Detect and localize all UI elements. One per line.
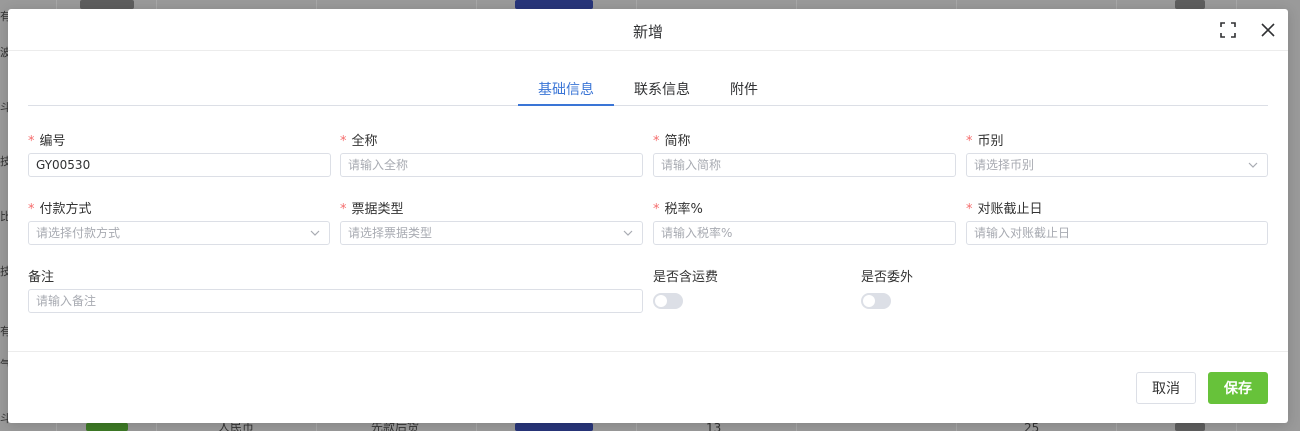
full-name-label-text: 全称 (351, 134, 378, 149)
remark-label: 备注 (28, 270, 55, 285)
switch-knob (655, 295, 667, 307)
tax-rate-label-text: 税率% (664, 202, 703, 217)
invoice-type-select-input[interactable] (340, 221, 643, 245)
invoice-type-select[interactable] (340, 221, 643, 245)
full-name-label: * 全称 (340, 130, 378, 149)
tax-rate-input[interactable] (653, 221, 956, 245)
code-input[interactable] (28, 153, 331, 177)
tax-rate-label: * 税率% (653, 198, 703, 217)
cancel-button[interactable]: 取消 (1136, 372, 1196, 404)
reconcile-day-input[interactable] (966, 221, 1268, 245)
tab-contact-info[interactable]: 联系信息 (634, 79, 690, 106)
active-tab-indicator (518, 104, 614, 106)
short-name-label: * 简称 (653, 130, 691, 149)
code-label-text: 编号 (39, 134, 66, 149)
code-label: * 编号 (28, 130, 66, 149)
required-mark: * (966, 202, 973, 217)
bg-tag (1175, 423, 1205, 431)
bg-tag (80, 0, 134, 9)
add-dialog: 新增 基础信息 联系信息 附件 * 编号 * 全称 * 简称 * 币别 * 付款方式 * (8, 9, 1288, 423)
required-mark: * (28, 202, 35, 217)
payment-method-label: * 付款方式 (28, 198, 92, 217)
short-name-input[interactable] (653, 153, 956, 177)
outsourced-switch[interactable] (861, 293, 891, 309)
tab-bar: 基础信息 联系信息 附件 (28, 71, 1268, 106)
fullscreen-icon[interactable] (1218, 20, 1238, 40)
include-freight-switch[interactable] (653, 293, 683, 309)
required-mark: * (340, 134, 347, 149)
footer-divider (8, 351, 1288, 352)
invoice-type-label-text: 票据类型 (351, 202, 404, 217)
include-freight-label: 是否含运费 (653, 270, 719, 285)
close-icon[interactable] (1258, 20, 1278, 40)
dialog-header: 新增 (8, 9, 1288, 51)
tab-attachments[interactable]: 附件 (730, 79, 758, 106)
remark-input[interactable] (28, 289, 643, 313)
tab-basic-info[interactable]: 基础信息 (538, 79, 594, 106)
payment-method-select[interactable] (28, 221, 330, 245)
reconcile-day-label-text: 对账截止日 (977, 202, 1043, 217)
bg-tag (515, 423, 593, 431)
bg-tag (86, 423, 128, 431)
currency-select-input[interactable] (966, 153, 1268, 177)
required-mark: * (966, 134, 973, 149)
invoice-type-label: * 票据类型 (340, 198, 404, 217)
currency-label: * 币别 (966, 130, 1004, 149)
bg-tag (1175, 0, 1205, 9)
required-mark: * (340, 202, 347, 217)
required-mark: * (653, 202, 660, 217)
dialog-title: 新增 (632, 23, 663, 41)
switch-knob (863, 295, 875, 307)
payment-method-select-input[interactable] (28, 221, 330, 245)
full-name-input[interactable] (340, 153, 643, 177)
required-mark: * (653, 134, 660, 149)
bg-tag (515, 0, 593, 9)
save-button[interactable]: 保存 (1208, 372, 1268, 404)
currency-label-text: 币别 (977, 134, 1004, 149)
currency-select[interactable] (966, 153, 1268, 177)
short-name-label-text: 简称 (664, 134, 691, 149)
required-mark: * (28, 134, 35, 149)
payment-method-label-text: 付款方式 (39, 202, 92, 217)
reconcile-day-label: * 对账截止日 (966, 198, 1043, 217)
outsourced-label: 是否委外 (861, 270, 914, 285)
